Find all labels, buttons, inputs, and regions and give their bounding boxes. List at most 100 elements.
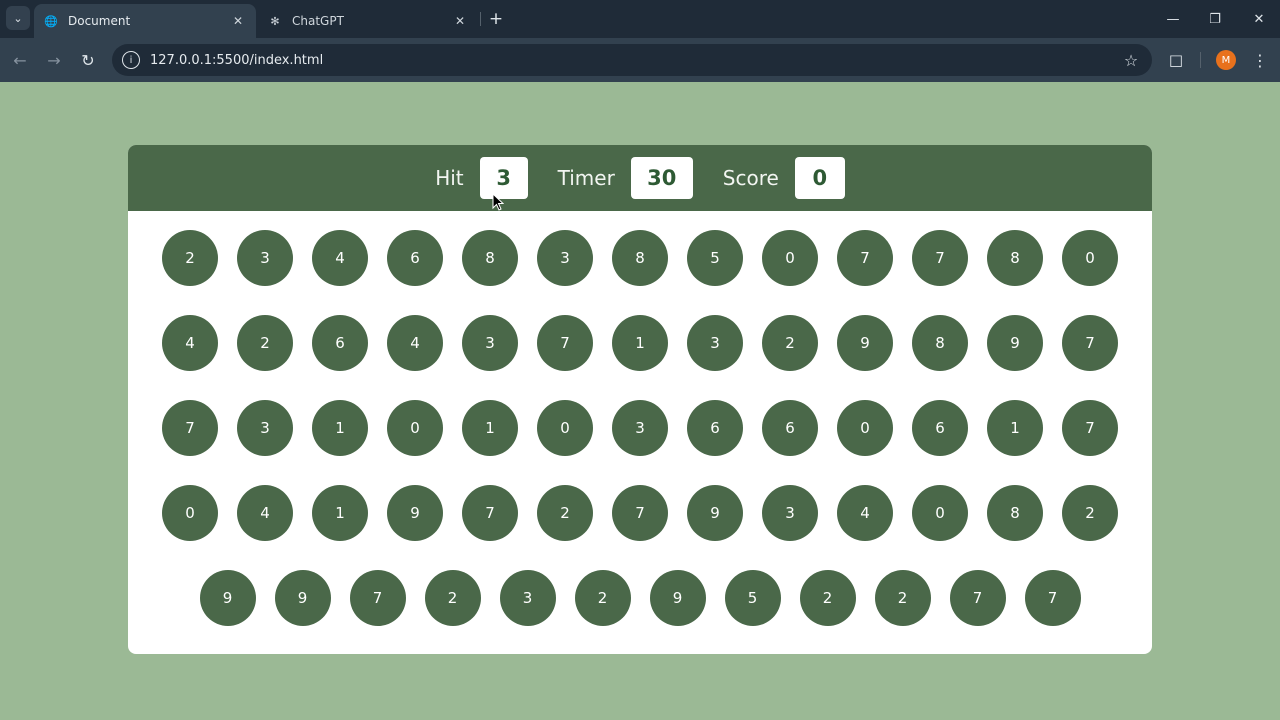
bubble[interactable]: 6: [687, 400, 743, 456]
score-value: 0: [794, 157, 845, 199]
bubble[interactable]: 8: [462, 230, 518, 286]
reload-icon[interactable]: ↻: [76, 48, 100, 72]
url-text[interactable]: 127.0.0.1:5500/index.html: [150, 53, 1120, 68]
forward-arrow-icon[interactable]: →: [42, 48, 66, 72]
bubble[interactable]: 9: [987, 315, 1043, 371]
extensions-puzzle-icon[interactable]: □: [1164, 48, 1188, 72]
bubble[interactable]: 2: [1062, 485, 1118, 541]
bubble[interactable]: 7: [162, 400, 218, 456]
close-tab-icon[interactable]: ✕: [452, 13, 468, 29]
bubble[interactable]: 2: [162, 230, 218, 286]
bubble[interactable]: 0: [537, 400, 593, 456]
bubble[interactable]: 2: [799, 570, 856, 626]
bubble[interactable]: 2: [874, 570, 931, 626]
more-menu-icon[interactable]: ⋮: [1250, 48, 1270, 72]
bubble[interactable]: 1: [462, 400, 518, 456]
restore-icon[interactable]: ❐: [1201, 8, 1229, 30]
bubble[interactable]: 0: [762, 230, 818, 286]
bubble[interactable]: 5: [724, 570, 781, 626]
bubble[interactable]: 8: [987, 230, 1043, 286]
timer-value: 30: [630, 157, 693, 199]
bubble[interactable]: 9: [649, 570, 706, 626]
bubble[interactable]: 0: [1062, 230, 1118, 286]
game-header: Hit 3 Timer 30 Score 0: [128, 145, 1152, 211]
bubble[interactable]: 7: [949, 570, 1006, 626]
mouse-cursor-icon: [492, 193, 504, 211]
bubble[interactable]: 7: [1024, 570, 1081, 626]
bubble[interactable]: 5: [687, 230, 743, 286]
bubble[interactable]: 3: [462, 315, 518, 371]
bubble[interactable]: 0: [387, 400, 443, 456]
bubble[interactable]: 9: [687, 485, 743, 541]
bubble[interactable]: 2: [762, 315, 818, 371]
bubble[interactable]: 2: [424, 570, 481, 626]
bubble[interactable]: 8: [912, 315, 968, 371]
bubble[interactable]: 4: [312, 230, 368, 286]
bubble[interactable]: 9: [837, 315, 893, 371]
score-label: Score: [722, 166, 779, 190]
bubble-grid: 2346838507780426437132989773101036606170…: [157, 230, 1123, 626]
tab-title: Document: [68, 14, 131, 28]
bubble[interactable]: 2: [574, 570, 631, 626]
score-stat: Score 0: [723, 157, 845, 199]
bubble[interactable]: 7: [612, 485, 668, 541]
timer-label: Timer: [557, 166, 615, 190]
bubble[interactable]: 8: [612, 230, 668, 286]
globe-icon: 🌐: [44, 14, 58, 28]
minimize-icon[interactable]: —: [1159, 8, 1187, 30]
bubble[interactable]: 3: [237, 400, 293, 456]
bubble[interactable]: 0: [912, 485, 968, 541]
bubble[interactable]: 9: [199, 570, 256, 626]
game-panel: Hit 3 Timer 30 Score 0 23468385077804264…: [128, 145, 1152, 654]
bubble[interactable]: 7: [837, 230, 893, 286]
bubble[interactable]: 3: [499, 570, 556, 626]
bubble[interactable]: 1: [312, 485, 368, 541]
bubble[interactable]: 7: [462, 485, 518, 541]
bubble[interactable]: 3: [687, 315, 743, 371]
bubble[interactable]: 6: [762, 400, 818, 456]
close-tab-icon[interactable]: ✕: [230, 13, 246, 29]
bubble[interactable]: 9: [387, 485, 443, 541]
bubble[interactable]: 0: [162, 485, 218, 541]
browser-toolbar: ← → ↻ i 127.0.0.1:5500/index.html ☆ □ M …: [0, 38, 1280, 82]
tab-title: ChatGPT: [292, 14, 344, 28]
window-close-icon[interactable]: ✕: [1245, 8, 1273, 30]
bubble[interactable]: 7: [1062, 315, 1118, 371]
bubble[interactable]: 7: [349, 570, 406, 626]
bubble[interactable]: 2: [537, 485, 593, 541]
bubble[interactable]: 4: [237, 485, 293, 541]
bubble[interactable]: 7: [912, 230, 968, 286]
bubble[interactable]: 8: [987, 485, 1043, 541]
hit-stat: Hit 3: [435, 157, 528, 199]
bubble[interactable]: 6: [912, 400, 968, 456]
site-info-icon[interactable]: i: [122, 51, 140, 69]
browser-tab-bar: ⌄ 🌐 Document ✕ ✻ ChatGPT ✕ + — ❐ ✕: [0, 0, 1280, 38]
bubble[interactable]: 3: [612, 400, 668, 456]
bubble[interactable]: 1: [987, 400, 1043, 456]
bubble[interactable]: 6: [312, 315, 368, 371]
tab-chatgpt[interactable]: ✻ ChatGPT ✕: [258, 4, 478, 38]
bubble[interactable]: 4: [387, 315, 443, 371]
bubble[interactable]: 4: [837, 485, 893, 541]
bubble[interactable]: 9: [274, 570, 331, 626]
profile-avatar[interactable]: M: [1216, 50, 1236, 70]
bubble[interactable]: 6: [387, 230, 443, 286]
bubble[interactable]: 7: [537, 315, 593, 371]
tab-document[interactable]: 🌐 Document ✕: [34, 4, 256, 38]
bubble[interactable]: 1: [612, 315, 668, 371]
bubble[interactable]: 3: [237, 230, 293, 286]
timer-stat: Timer 30: [558, 157, 693, 199]
bubble[interactable]: 1: [312, 400, 368, 456]
bubble[interactable]: 2: [237, 315, 293, 371]
bubble[interactable]: 4: [162, 315, 218, 371]
bubble[interactable]: 0: [837, 400, 893, 456]
address-bar[interactable]: i 127.0.0.1:5500/index.html ☆: [112, 44, 1152, 76]
bubble[interactable]: 3: [762, 485, 818, 541]
bubble[interactable]: 3: [537, 230, 593, 286]
bubble[interactable]: 7: [1062, 400, 1118, 456]
tab-divider: [480, 12, 481, 26]
back-arrow-icon[interactable]: ←: [8, 48, 32, 72]
new-tab-icon[interactable]: +: [486, 9, 506, 29]
tab-search-chevron-icon[interactable]: ⌄: [6, 6, 30, 30]
bookmark-star-icon[interactable]: ☆: [1120, 49, 1142, 71]
